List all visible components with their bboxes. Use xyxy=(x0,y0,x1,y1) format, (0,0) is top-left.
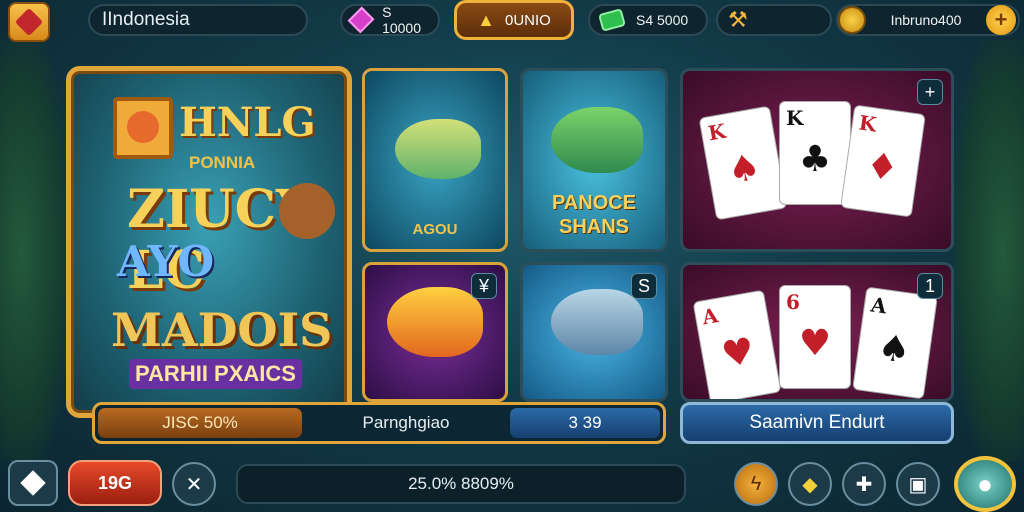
fish-icon xyxy=(395,119,481,179)
fish-portrait-icon xyxy=(113,97,173,159)
promo-banner[interactable]: HNLG PONNIA ZIUCY LC AYO MADOIS PARHII P… xyxy=(66,66,352,418)
top-bar: IIndonesia S 10000 ▲ 0UNIO S4 5000 ⚒ Inb… xyxy=(0,0,1024,42)
gem-value: S 10000 xyxy=(382,4,422,36)
game-tile-cards-2[interactable]: A ♥ 6 ♥ A ♠ 1 xyxy=(680,262,954,402)
gold-button[interactable]: ▲ 0UNIO xyxy=(454,0,574,40)
game-tile-cards-1[interactable]: K ♠ K ♣ K ♦ + xyxy=(680,68,954,252)
region-label: IIndonesia xyxy=(102,9,190,30)
one-badge-icon: 1 xyxy=(917,273,943,299)
bottom-bar: 19G ✕ 25.0% 8809% ϟ ◆ ✚ ▣ ● xyxy=(0,456,1024,512)
gem-counter[interactable]: S 10000 xyxy=(340,4,440,36)
cash-icon xyxy=(598,8,626,32)
game-tile-fish-1[interactable]: AGOU xyxy=(362,68,508,252)
back-icon xyxy=(20,470,46,496)
profile-avatar-button[interactable]: ● xyxy=(954,456,1016,512)
puzzle-button[interactable]: ✚ xyxy=(842,462,886,506)
tuna-icon xyxy=(551,289,643,355)
bolt-button[interactable]: ϟ xyxy=(734,462,778,506)
puzzle-icon: ✚ xyxy=(855,473,873,496)
game-tile-fish-3[interactable]: ¥ xyxy=(362,262,508,402)
playing-card: A ♥ xyxy=(692,289,782,399)
message-bar: 25.0% 8809% xyxy=(236,464,686,504)
game-tile-fish-4[interactable]: S xyxy=(520,262,668,402)
game-tile-fish-2[interactable]: PANOCE SHANS xyxy=(520,68,668,252)
add-currency-button[interactable]: + xyxy=(986,5,1016,35)
lock-icon: ▣ xyxy=(908,473,928,496)
plus-badge-icon: + xyxy=(917,79,943,105)
cash-counter[interactable]: S4 5000 xyxy=(588,4,708,36)
currency-value: Inbruno400 xyxy=(890,12,962,28)
cash-value: S4 5000 xyxy=(636,12,689,28)
name-bar-button[interactable]: Saamivn Endurt xyxy=(680,402,954,444)
playing-card: K ♦ xyxy=(840,104,926,218)
red-action-button[interactable]: 19G xyxy=(68,460,162,506)
ticket-icon: ◆ xyxy=(802,473,818,496)
settings-icon: ✕ xyxy=(185,473,203,496)
promo-line-6: PARHII PXAICS xyxy=(129,359,302,389)
region-selector[interactable]: IIndonesia xyxy=(88,4,308,36)
bonus-percent[interactable]: JISC 50% xyxy=(98,408,302,438)
playing-card: K ♣ xyxy=(779,101,851,205)
promo-line-1: HNLG xyxy=(179,99,316,146)
arrow-up-icon: ▲ xyxy=(477,9,495,30)
bear-mascot-icon xyxy=(279,183,335,239)
game-tile-label: AGOU xyxy=(412,221,458,238)
info-bar: JISC 50% Parnghgiao 3 39 xyxy=(92,402,666,444)
s-badge-icon: S xyxy=(631,273,657,299)
bolt-icon: ϟ xyxy=(750,472,762,495)
coin-icon xyxy=(838,6,866,34)
promo-line-2: PONNIA xyxy=(189,153,256,172)
playing-card: K ♠ xyxy=(698,105,788,221)
home-icon xyxy=(14,7,44,37)
goldfish-icon xyxy=(387,287,483,357)
currency-counter[interactable]: Inbruno400 + xyxy=(836,4,1020,36)
yen-badge-icon: ¥ xyxy=(471,273,497,299)
piranha-icon xyxy=(551,107,643,173)
playing-card: 6 ♥ xyxy=(779,285,851,389)
profile-icon: ● xyxy=(977,468,993,499)
info-value-button[interactable]: 3 39 xyxy=(510,408,660,438)
playing-card: A ♠ xyxy=(852,286,938,399)
tools-counter[interactable]: ⚒ xyxy=(716,4,832,36)
jungle-foliage-right xyxy=(954,40,1024,462)
game-tile-label: PANOCE SHANS xyxy=(551,192,637,238)
home-button[interactable] xyxy=(8,2,50,42)
promo-line-4: AYO xyxy=(117,237,215,286)
gold-label: 0UNIO xyxy=(504,11,551,29)
back-button[interactable] xyxy=(8,460,58,506)
settings-button[interactable]: ✕ xyxy=(172,462,216,506)
info-label: Parnghgiao xyxy=(362,413,450,432)
hammer-icon: ⚒ xyxy=(728,7,748,32)
ticket-button[interactable]: ◆ xyxy=(788,462,832,506)
jungle-foliage-left xyxy=(0,40,70,462)
gem-icon xyxy=(347,6,375,34)
lock-button[interactable]: ▣ xyxy=(896,462,940,506)
promo-line-5: MADOIS xyxy=(111,303,333,357)
